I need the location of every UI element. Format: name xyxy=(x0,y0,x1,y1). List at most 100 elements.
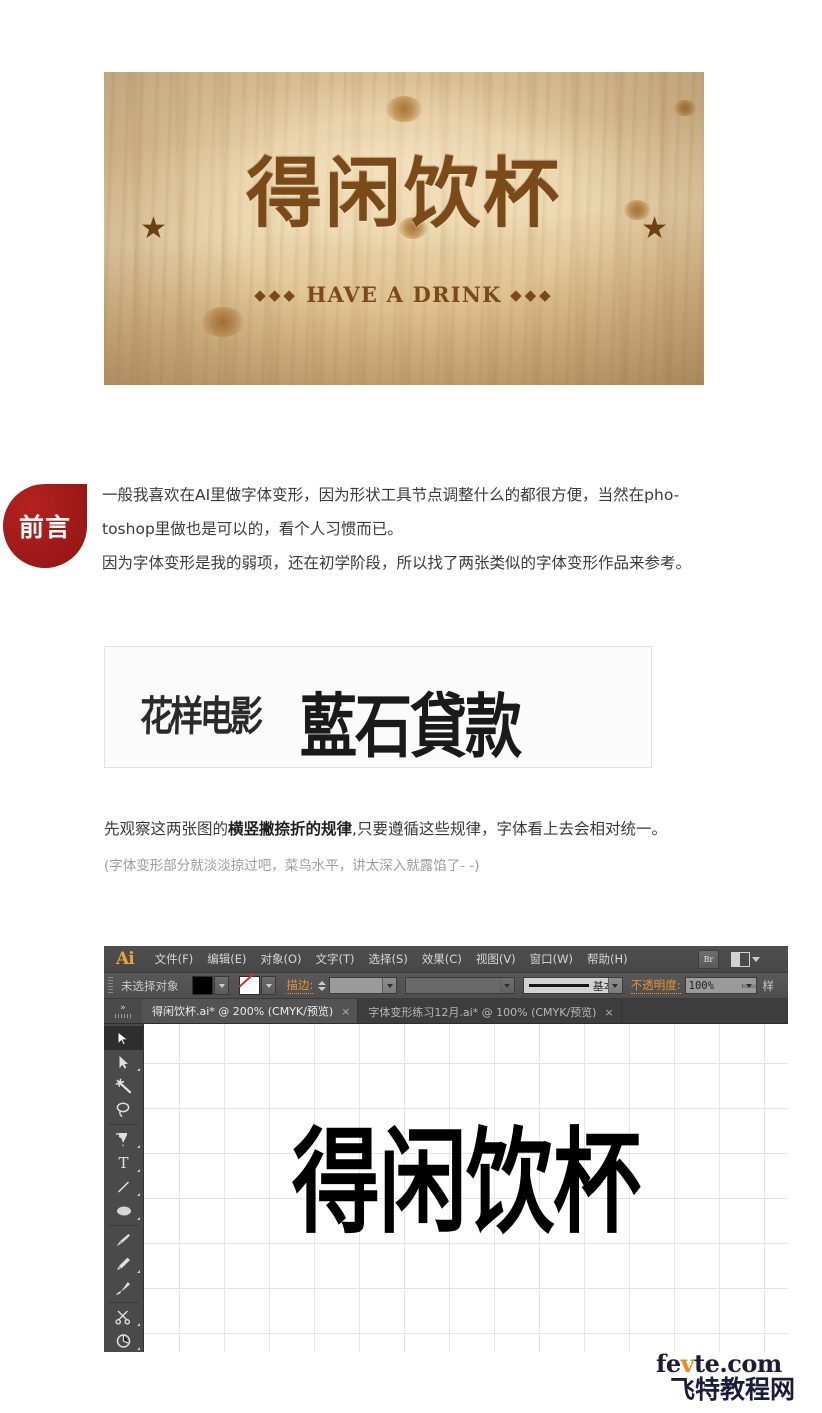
tool-flyout-indicator xyxy=(137,1347,140,1350)
control-bar: 未选择对象 描边: 基本 不透明度: 100% 样 xyxy=(104,973,788,999)
menu-file[interactable]: 文件(F) xyxy=(148,948,201,970)
intro-paragraphs: 一般我喜欢在AI里做字体变形，因为形状工具节点调整什么的都很方便，当然在pho-… xyxy=(102,478,792,580)
paintbrush-icon xyxy=(116,1234,130,1247)
observe-note: (字体变形部分就淡淡掠过吧，菜鸟水平，讲太深入就露馅了- -) xyxy=(104,858,480,874)
panel-expand-toggle[interactable]: » xyxy=(104,999,142,1023)
tool-flyout-indicator xyxy=(137,1145,140,1148)
hero-wood-image: ★ ★ 得闲饮杯 ◆◆◆ HAVE A DRINK ◆◆◆ xyxy=(104,72,704,385)
intro-badge: 前言 xyxy=(3,484,87,568)
selection-tool[interactable] xyxy=(104,1026,143,1050)
pencil-icon xyxy=(117,1257,130,1271)
observe-section: 先观察这两张图的横竖撇捺折的规律,只要遵循这些规律，字体看上去会相对统一。 (字… xyxy=(104,814,804,881)
fill-color-swatch[interactable] xyxy=(192,976,214,995)
intro-paragraph-3: 因为字体变形是我的弱项，还在初学阶段，所以找了两张类似的字体变形作品来参考。 xyxy=(102,554,692,572)
menu-edit[interactable]: 编辑(E) xyxy=(200,948,253,970)
selection-arrow-icon xyxy=(117,1030,130,1046)
menu-bar: Ai 文件(F) 编辑(E) 对象(O) 文字(T) 选择(S) 效果(C) 视… xyxy=(104,946,788,973)
menu-window[interactable]: 窗口(W) xyxy=(523,948,580,970)
rotate-tool[interactable] xyxy=(104,1329,143,1352)
site-logo-domain: fevte.com xyxy=(656,1352,808,1376)
document-tab-1[interactable]: 得闲饮杯.ai* @ 200% (CMYK/预览) × xyxy=(142,999,359,1023)
pen-tool[interactable] xyxy=(104,1127,143,1151)
illustrator-window: Ai 文件(F) 编辑(E) 对象(O) 文字(T) 选择(S) 效果(C) 视… xyxy=(104,946,788,1352)
reference-sample-right: 藍石貸款 xyxy=(300,686,522,768)
lasso-tool[interactable] xyxy=(104,1098,143,1122)
wood-vignette xyxy=(104,72,704,385)
scissors-tool[interactable] xyxy=(104,1305,143,1329)
direct-selection-arrow-icon xyxy=(119,1055,128,1069)
site-logo-chinese: 飞特教程网 xyxy=(670,1375,796,1404)
opacity-label[interactable]: 不透明度: xyxy=(630,977,681,994)
line-icon xyxy=(117,1181,130,1193)
document-canvas[interactable]: 得闲饮杯 xyxy=(144,1024,788,1352)
workspace-switcher[interactable] xyxy=(731,951,760,967)
observe-prefix: 先观察这两张图的 xyxy=(104,820,229,838)
close-icon[interactable]: × xyxy=(341,1005,350,1018)
tool-flyout-indicator xyxy=(137,1217,140,1220)
control-bar-grip[interactable] xyxy=(108,977,113,994)
workspace-icon xyxy=(731,951,750,967)
selection-status: 未选择对象 xyxy=(120,978,179,993)
document-tab-2[interactable]: 字体变形练习12月.ai* @ 100% (CMYK/预览) × xyxy=(358,1001,622,1023)
illustrator-logo: Ai xyxy=(116,949,135,969)
stroke-preview-line xyxy=(528,984,589,987)
opacity-value: 100% xyxy=(688,979,714,992)
intro-paragraph-2: toshop里做也是可以的，看个人习惯而已。 xyxy=(102,520,403,538)
stroke-swatch-dropdown[interactable] xyxy=(261,976,277,995)
document-tab-2-title: 字体变形练习12月.ai* @ 100% (CMYK/预览) xyxy=(368,1006,597,1019)
tool-separator xyxy=(109,1302,138,1303)
reference-image: 花样电影 藍石貸款 xyxy=(104,646,652,768)
variable-width-profile-combo[interactable]: 基本 xyxy=(522,977,623,994)
intro-paragraph-1: 一般我喜欢在AI里做字体变形，因为形状工具节点调整什么的都很方便，当然在pho- xyxy=(102,486,680,504)
tool-flyout-indicator xyxy=(137,1323,140,1326)
magic-wand-icon xyxy=(115,1078,132,1094)
observe-suffix: ,只要遵循这些规律，字体看上去会相对统一。 xyxy=(352,820,667,838)
menu-select[interactable]: 选择(S) xyxy=(362,948,415,970)
rotate-icon xyxy=(116,1334,131,1348)
site-logo-fe: fe xyxy=(656,1349,681,1378)
direct-selection-tool[interactable] xyxy=(104,1050,143,1074)
pen-nib-icon xyxy=(116,1133,127,1147)
site-logo-v: v xyxy=(680,1349,695,1378)
ellipse-icon xyxy=(116,1206,131,1216)
workspace-body: T 得闲饮杯 xyxy=(104,1024,788,1352)
pencil-tool[interactable] xyxy=(104,1252,143,1276)
bridge-button[interactable]: Br xyxy=(698,949,719,969)
type-tool[interactable]: T xyxy=(104,1151,143,1175)
tool-flyout-indicator xyxy=(137,1169,140,1172)
tool-separator xyxy=(109,1225,138,1226)
chevron-down-icon xyxy=(752,956,760,962)
fill-swatch-dropdown[interactable] xyxy=(214,976,230,995)
styles-label[interactable]: 样 xyxy=(763,978,775,994)
stroke-weight-stepper[interactable] xyxy=(317,977,327,994)
tool-palette: T xyxy=(104,1024,144,1352)
menu-effect[interactable]: 效果(C) xyxy=(415,948,469,970)
line-segment-tool[interactable] xyxy=(104,1175,143,1199)
close-icon[interactable]: × xyxy=(604,1006,613,1019)
blob-brush-tool[interactable] xyxy=(104,1276,143,1300)
brush-definition-combo[interactable] xyxy=(405,977,515,994)
site-logo: fevte.com 飞特教程网 xyxy=(656,1352,808,1404)
menu-object[interactable]: 对象(O) xyxy=(254,948,309,970)
blob-brush-icon xyxy=(116,1282,130,1295)
stroke-color-swatch-none[interactable] xyxy=(239,976,261,995)
scissors-icon xyxy=(115,1310,131,1325)
opacity-field[interactable]: 100% xyxy=(684,977,757,994)
ellipse-tool[interactable] xyxy=(104,1199,143,1223)
document-tab-bar: » 得闲饮杯.ai* @ 200% (CMYK/预览) × 字体变形练习12月.… xyxy=(104,999,788,1024)
paintbrush-tool[interactable] xyxy=(104,1228,143,1252)
menu-type[interactable]: 文字(T) xyxy=(309,948,362,970)
reference-sample-left: 花样电影 xyxy=(139,691,261,741)
profile-value: 基本 xyxy=(592,979,608,993)
tool-flyout-indicator xyxy=(137,1193,140,1196)
site-logo-te-com: te.com xyxy=(694,1349,782,1378)
menu-view[interactable]: 视图(V) xyxy=(469,948,523,970)
menu-bar-right-controls: Br xyxy=(698,946,784,972)
menu-help[interactable]: 帮助(H) xyxy=(580,948,635,970)
chevron-right-icon: » xyxy=(120,1003,126,1013)
lasso-icon xyxy=(116,1102,130,1118)
stroke-weight-combo[interactable] xyxy=(329,977,398,994)
magic-wand-tool[interactable] xyxy=(104,1074,143,1098)
stroke-label[interactable]: 描边: xyxy=(286,977,314,994)
canvas-artwork-text[interactable]: 得闲饮杯 xyxy=(292,1125,641,1240)
